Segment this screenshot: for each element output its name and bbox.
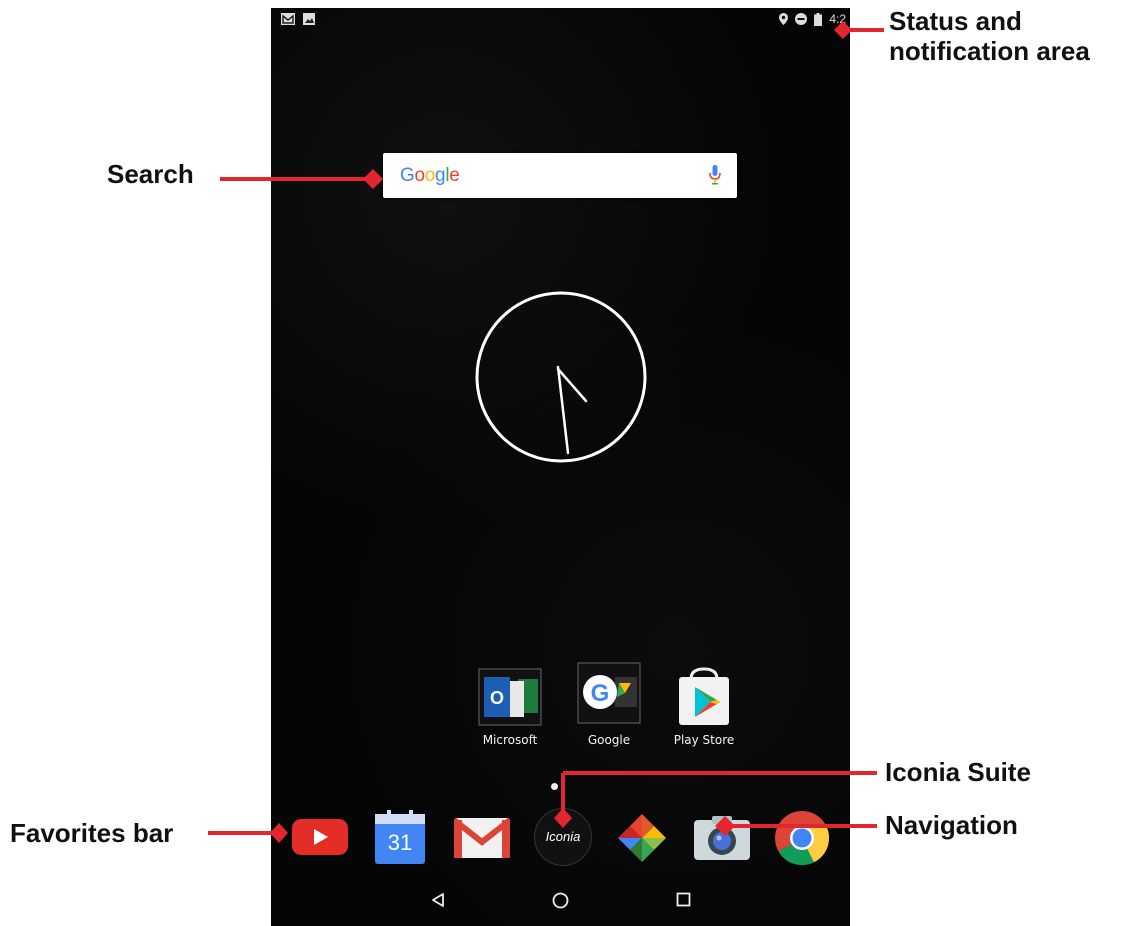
google-logo: Google: [400, 165, 460, 186]
svg-text:G: G: [591, 680, 610, 707]
callout-status-area: Status and notification area: [889, 6, 1090, 66]
location-icon: [779, 13, 789, 25]
do-not-disturb-icon: [795, 13, 808, 25]
recents-icon[interactable]: [676, 892, 691, 907]
microsoft-folder-icon: O: [478, 668, 542, 726]
mic-icon[interactable]: [709, 165, 721, 185]
tablet-screen: 4:2 Google O Microsoft G Google Play Sto…: [271, 8, 850, 926]
photos-icon[interactable]: [614, 810, 670, 866]
calendar-app[interactable]: 31: [375, 810, 425, 864]
app-play-store[interactable]: Play Store: [659, 667, 749, 747]
back-icon[interactable]: [430, 892, 446, 908]
app-label-microsoft: Microsoft: [482, 733, 538, 747]
callout-favorites-bar: Favorites bar: [10, 818, 174, 848]
home-icon[interactable]: [552, 892, 569, 909]
gmail-icon[interactable]: [454, 816, 510, 860]
iconia-label: Iconia: [545, 829, 581, 844]
favorites-bar: 31 Iconia: [271, 808, 850, 868]
youtube-icon[interactable]: [292, 816, 348, 858]
google-search-bar[interactable]: Google: [383, 153, 737, 198]
calendar-date: 31: [387, 830, 413, 855]
page-indicator-dot: [551, 783, 558, 790]
status-bar[interactable]: 4:2: [271, 8, 850, 32]
analog-clock-widget[interactable]: [473, 289, 649, 465]
chrome-icon[interactable]: [774, 810, 830, 866]
navigation-bar: [271, 876, 850, 926]
app-google-folder[interactable]: G Google: [564, 661, 654, 747]
battery-icon: [814, 12, 823, 26]
camera-icon[interactable]: [694, 814, 750, 862]
callout-search: Search: [107, 159, 194, 189]
gmail-notification-icon: [281, 13, 295, 25]
app-label-play-store: Play Store: [673, 733, 735, 747]
callout-iconia-suite: Iconia Suite: [885, 757, 1031, 787]
status-time: 4:2: [829, 12, 846, 26]
image-notification-icon: [303, 13, 315, 25]
app-label-google: Google: [587, 733, 631, 747]
app-microsoft-folder[interactable]: O Microsoft: [465, 667, 555, 747]
callout-navigation: Navigation: [885, 810, 1018, 840]
google-folder-icon: G: [577, 662, 641, 724]
iconia-icon[interactable]: Iconia: [534, 808, 592, 866]
svg-text:O: O: [490, 688, 504, 708]
play-store-icon: [679, 667, 729, 725]
